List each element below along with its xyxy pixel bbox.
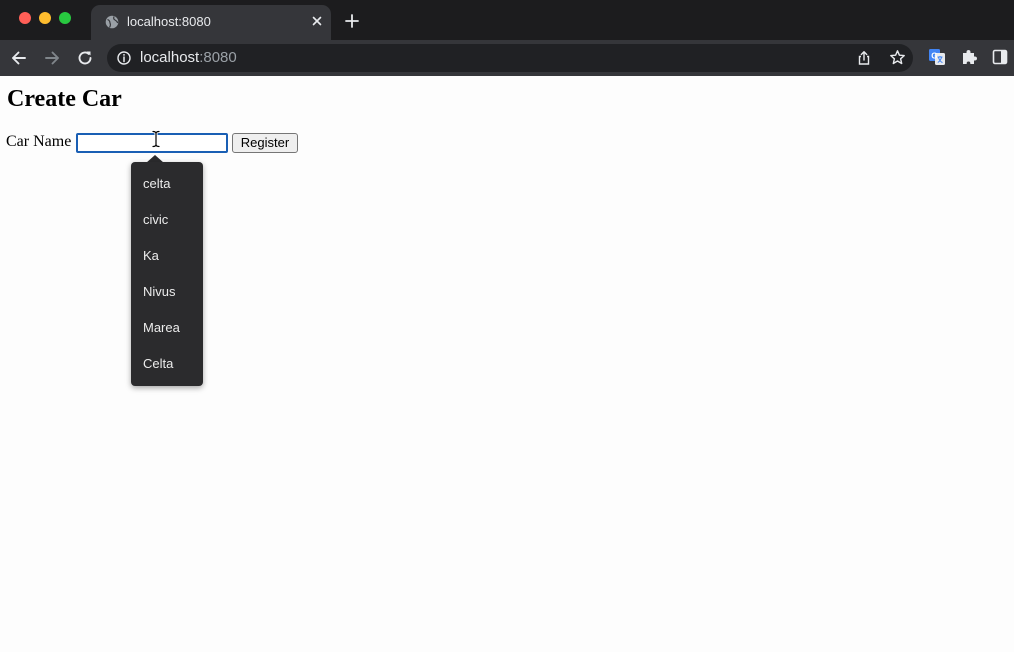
svg-text:G: G: [931, 52, 937, 61]
page-title: Create Car: [7, 86, 122, 112]
url-port: :8080: [199, 49, 237, 66]
datalist-option[interactable]: celta: [131, 166, 203, 202]
datalist-option[interactable]: Celta: [131, 346, 203, 382]
window-close-button[interactable]: [19, 12, 31, 24]
arrow-left-icon[interactable]: [9, 48, 29, 68]
tab-strip: localhost:8080: [0, 0, 1014, 40]
datalist-option[interactable]: Marea: [131, 310, 203, 346]
url-text[interactable]: localhost:8080: [140, 49, 237, 66]
star-icon[interactable]: [889, 49, 906, 66]
car-name-suggestions: celta civic Ka Nivus Marea Celta: [131, 162, 203, 386]
url-host: localhost: [140, 49, 200, 66]
datalist-option[interactable]: Nivus: [131, 274, 203, 310]
share-icon[interactable]: [856, 50, 872, 66]
window-zoom-button[interactable]: [59, 12, 71, 24]
puzzle-icon[interactable]: [960, 48, 978, 66]
browser-tab-active[interactable]: localhost:8080: [91, 5, 331, 40]
car-name-label: Car Name: [6, 133, 72, 150]
side-panel-icon[interactable]: [992, 49, 1008, 65]
reload-icon[interactable]: [75, 48, 95, 68]
datalist-option[interactable]: Ka: [131, 238, 203, 274]
ibeam-cursor-icon: [151, 130, 161, 148]
browser-chrome: localhost:8080 localhost:8080 G: [0, 0, 1014, 76]
address-bar[interactable]: localhost:8080: [107, 44, 913, 72]
info-icon[interactable]: [117, 51, 131, 65]
arrow-right-icon[interactable]: [42, 48, 62, 68]
plus-icon[interactable]: [344, 13, 360, 29]
globe-icon: [105, 15, 119, 29]
datalist-option[interactable]: civic: [131, 202, 203, 238]
page-viewport: Create Car Car Name Register celta civic…: [0, 76, 1014, 652]
tab-title: localhost:8080: [127, 14, 211, 29]
translate-icon[interactable]: G: [928, 48, 946, 66]
register-button[interactable]: Register: [232, 133, 298, 153]
close-icon[interactable]: [309, 13, 325, 29]
window-minimize-button[interactable]: [39, 12, 51, 24]
